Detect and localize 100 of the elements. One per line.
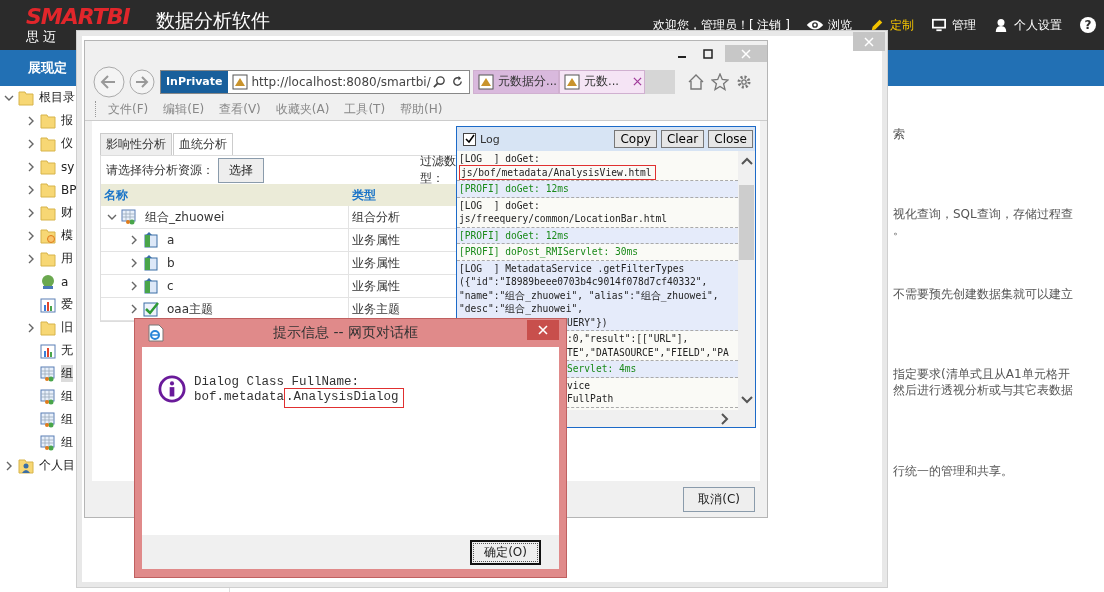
tab[interactable]: 影响性分析 (100, 133, 172, 155)
tree-item[interactable]: 个人目 (39, 457, 75, 474)
log-line: [PROFI] doGet: 12ms (459, 183, 569, 194)
folder-icon (40, 204, 56, 221)
tree-item[interactable]: 模 (61, 227, 73, 244)
maximize-icon (703, 48, 713, 59)
nav-link[interactable]: 个人设置 (992, 16, 1062, 34)
description-text: 然后进行透视分析或与其它表数据 (893, 382, 1073, 398)
tree-item[interactable]: 组 (61, 411, 73, 428)
star-icon[interactable] (711, 72, 729, 91)
page-icon (148, 324, 164, 342)
chevron-icon[interactable] (129, 304, 139, 314)
folder-icon (40, 112, 56, 129)
chevron-icon[interactable] (26, 230, 36, 241)
choose-button[interactable]: 选择 (218, 157, 264, 183)
column-header[interactable]: 名称 (101, 186, 349, 204)
tree-item[interactable]: 用 (61, 250, 73, 267)
close-button[interactable] (527, 320, 559, 340)
tree-item[interactable]: BP (61, 182, 77, 197)
chevron-icon[interactable] (26, 115, 36, 126)
log-line: [PROFI] doGet: 12ms (459, 229, 569, 241)
tree-item[interactable]: 组 (61, 365, 73, 382)
chevron-icon[interactable] (26, 207, 36, 218)
table-cell: a (167, 233, 175, 247)
tree-item[interactable]: 财 (61, 204, 73, 221)
close-icon (538, 325, 548, 335)
chevron-icon[interactable] (129, 235, 139, 245)
close-icon[interactable] (633, 77, 642, 86)
tree-item[interactable]: 旧 (61, 319, 73, 336)
log-checkbox[interactable] (463, 132, 476, 146)
attribute-icon (143, 278, 159, 294)
browser-tab[interactable]: 元数据分... (473, 69, 559, 94)
log-button[interactable]: Clear (660, 130, 705, 148)
log-line: Servlet: 4ms (567, 362, 637, 376)
description-text: 指定要求(清单式且从A1单元格开 (893, 366, 1070, 382)
scroll-right-icon[interactable] (721, 412, 729, 425)
message-text: bof.metadata (194, 390, 284, 404)
description-text: 索 (893, 126, 905, 142)
message-text: Dialog Class FullName: (194, 375, 360, 389)
ok-button[interactable]: 确定(O) (470, 539, 541, 565)
scroll-up-icon[interactable] (740, 157, 753, 165)
tree-item[interactable]: 爱 (61, 296, 73, 313)
cancel-button[interactable]: 取消(C) (683, 486, 755, 512)
chevron-icon[interactable] (26, 184, 36, 195)
monitor-icon (930, 18, 948, 32)
tree-item[interactable]: 仪 (61, 135, 73, 152)
log-line: [LOG ] MetadataService .getFilterTypes (459, 262, 685, 274)
table-cell: c (167, 279, 174, 293)
home-icon[interactable] (687, 72, 705, 91)
search-icon[interactable] (433, 75, 446, 88)
chevron-icon[interactable] (107, 212, 117, 222)
chevron-icon[interactable] (4, 460, 14, 471)
grid-icon (40, 365, 56, 382)
chevron-icon[interactable] (26, 322, 36, 333)
refresh-icon[interactable] (451, 75, 464, 88)
section-title[interactable]: 展现定 (28, 59, 67, 77)
forward-button[interactable] (129, 68, 155, 95)
logo: SMARTBI (26, 5, 130, 29)
nav-link[interactable]: 定制 (868, 16, 914, 34)
logo-subtitle: 思 迈 (26, 29, 57, 45)
chevron-icon[interactable] (26, 138, 36, 149)
tree-item[interactable]: a (61, 274, 69, 289)
log-line: [LOG ] doGet: (459, 199, 540, 211)
description-text: 视化查询，SQL查询，存储过程查 (893, 206, 1073, 222)
column-header[interactable]: 类型 (349, 186, 456, 204)
log-line: UERY"}) (567, 315, 608, 329)
log-button[interactable]: Close (708, 130, 753, 148)
address-bar[interactable]: InPrivate http://localhost:8080/smartbi/ (160, 69, 470, 94)
grid-icon (40, 388, 56, 405)
browser-tab[interactable]: 元数... (559, 69, 645, 94)
log-button[interactable]: Copy (614, 130, 657, 148)
log-line: "name":"组合_zhuowei", "alias":"组合_zhuowei", (459, 289, 719, 301)
log-line: "desc":"组合_zhuowei", (459, 303, 583, 314)
welcome-text[interactable]: 欢迎您，管理员！[ 注销 ] (653, 16, 790, 34)
log-line: [LOG ] doGet: (459, 153, 540, 164)
chevron-icon[interactable] (129, 258, 139, 268)
chevron-icon[interactable] (26, 161, 36, 172)
help-button[interactable]: ? (1080, 17, 1096, 33)
tab[interactable]: 血统分析 (173, 133, 233, 155)
chevron-icon[interactable] (26, 253, 36, 264)
scroll-down-icon[interactable] (740, 396, 753, 404)
chart-icon (40, 296, 56, 313)
log-line: vice (567, 378, 591, 392)
nav-link[interactable]: 管理 (930, 16, 976, 34)
globe-icon (40, 273, 56, 290)
tree-item[interactable]: 组 (61, 388, 73, 405)
tree-item[interactable]: 根目录 (39, 89, 75, 106)
nav-link[interactable]: 浏览 (806, 16, 852, 34)
back-button[interactable] (93, 65, 125, 98)
table-cell-text: 业务主题 (351, 300, 401, 318)
table-cell-text: 组合分析 (351, 208, 401, 226)
chevron-icon[interactable] (129, 281, 139, 291)
tree-item[interactable]: 组 (61, 434, 73, 451)
tree-item[interactable]: 无 (61, 342, 73, 359)
tree-item[interactable]: sy (61, 159, 75, 174)
folder-icon (40, 227, 56, 244)
tree-item[interactable]: 报 (61, 112, 73, 129)
log-line: js/freequery/common/LocationBar.html (459, 213, 667, 224)
table-cell: oaa主题 (167, 300, 214, 318)
minimize-icon (677, 55, 687, 58)
